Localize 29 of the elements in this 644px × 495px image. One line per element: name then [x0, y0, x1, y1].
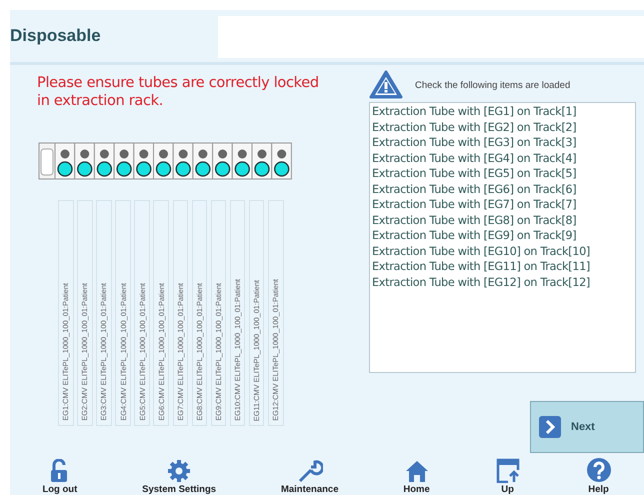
help-nav-button[interactable]: Help [586, 457, 612, 495]
window-upload-icon [494, 457, 521, 483]
settings-icon [167, 459, 192, 483]
checklist-item: Extraction Tube with [EG8] on Track[8] [372, 212, 578, 228]
checklist-item: Extraction Tube with [EG2] on Track[2] [372, 120, 578, 135]
settings-nav-button[interactable]: System Settings [142, 459, 216, 495]
checklist-item: Extraction Tube with [EG1] on Track[1] [372, 104, 578, 120]
checklist-item: Extraction Tube with [EG12] on Track[12] [372, 274, 591, 290]
warning-icon [369, 70, 403, 100]
chevron-right-icon [539, 416, 561, 438]
help-icon [586, 457, 612, 483]
warning-message: Please ensure tubes are correctly locked in extraction rack. [37, 74, 320, 110]
maintenance-nav-button[interactable]: Maintenance [280, 459, 338, 495]
checklist-item: Extraction Tube with [EG11] on Track[11] [372, 259, 591, 274]
next-button[interactable]: Next [530, 401, 644, 453]
checklist-item: Extraction Tube with [EG3] on Track[3] [372, 135, 578, 150]
logout-nav-button[interactable]: Log out [42, 459, 78, 495]
checklist-item: Extraction Tube with [EG5] on Track[5] [372, 166, 578, 182]
checklist-item: Extraction Tube with [EG4] on Track[4] [372, 150, 578, 166]
checklist-item: Extraction Tube with [EG6] on Track[6] [372, 182, 578, 197]
checklist-item: Extraction Tube with [EG10] on Track[10] [372, 244, 591, 259]
up-nav-button[interactable]: Up [494, 457, 521, 495]
home-icon [404, 459, 429, 483]
home-nav-button[interactable]: Home [403, 459, 430, 495]
page-title: Disposable [10, 26, 102, 46]
checklist-item: Extraction Tube with [EG7] on Track[7] [372, 197, 578, 212]
checklist-heading: Check the following items are loaded [415, 80, 570, 90]
wrench-icon [296, 459, 323, 483]
checklist-item: Extraction Tube with [EG9] on Track[9] [372, 228, 578, 244]
